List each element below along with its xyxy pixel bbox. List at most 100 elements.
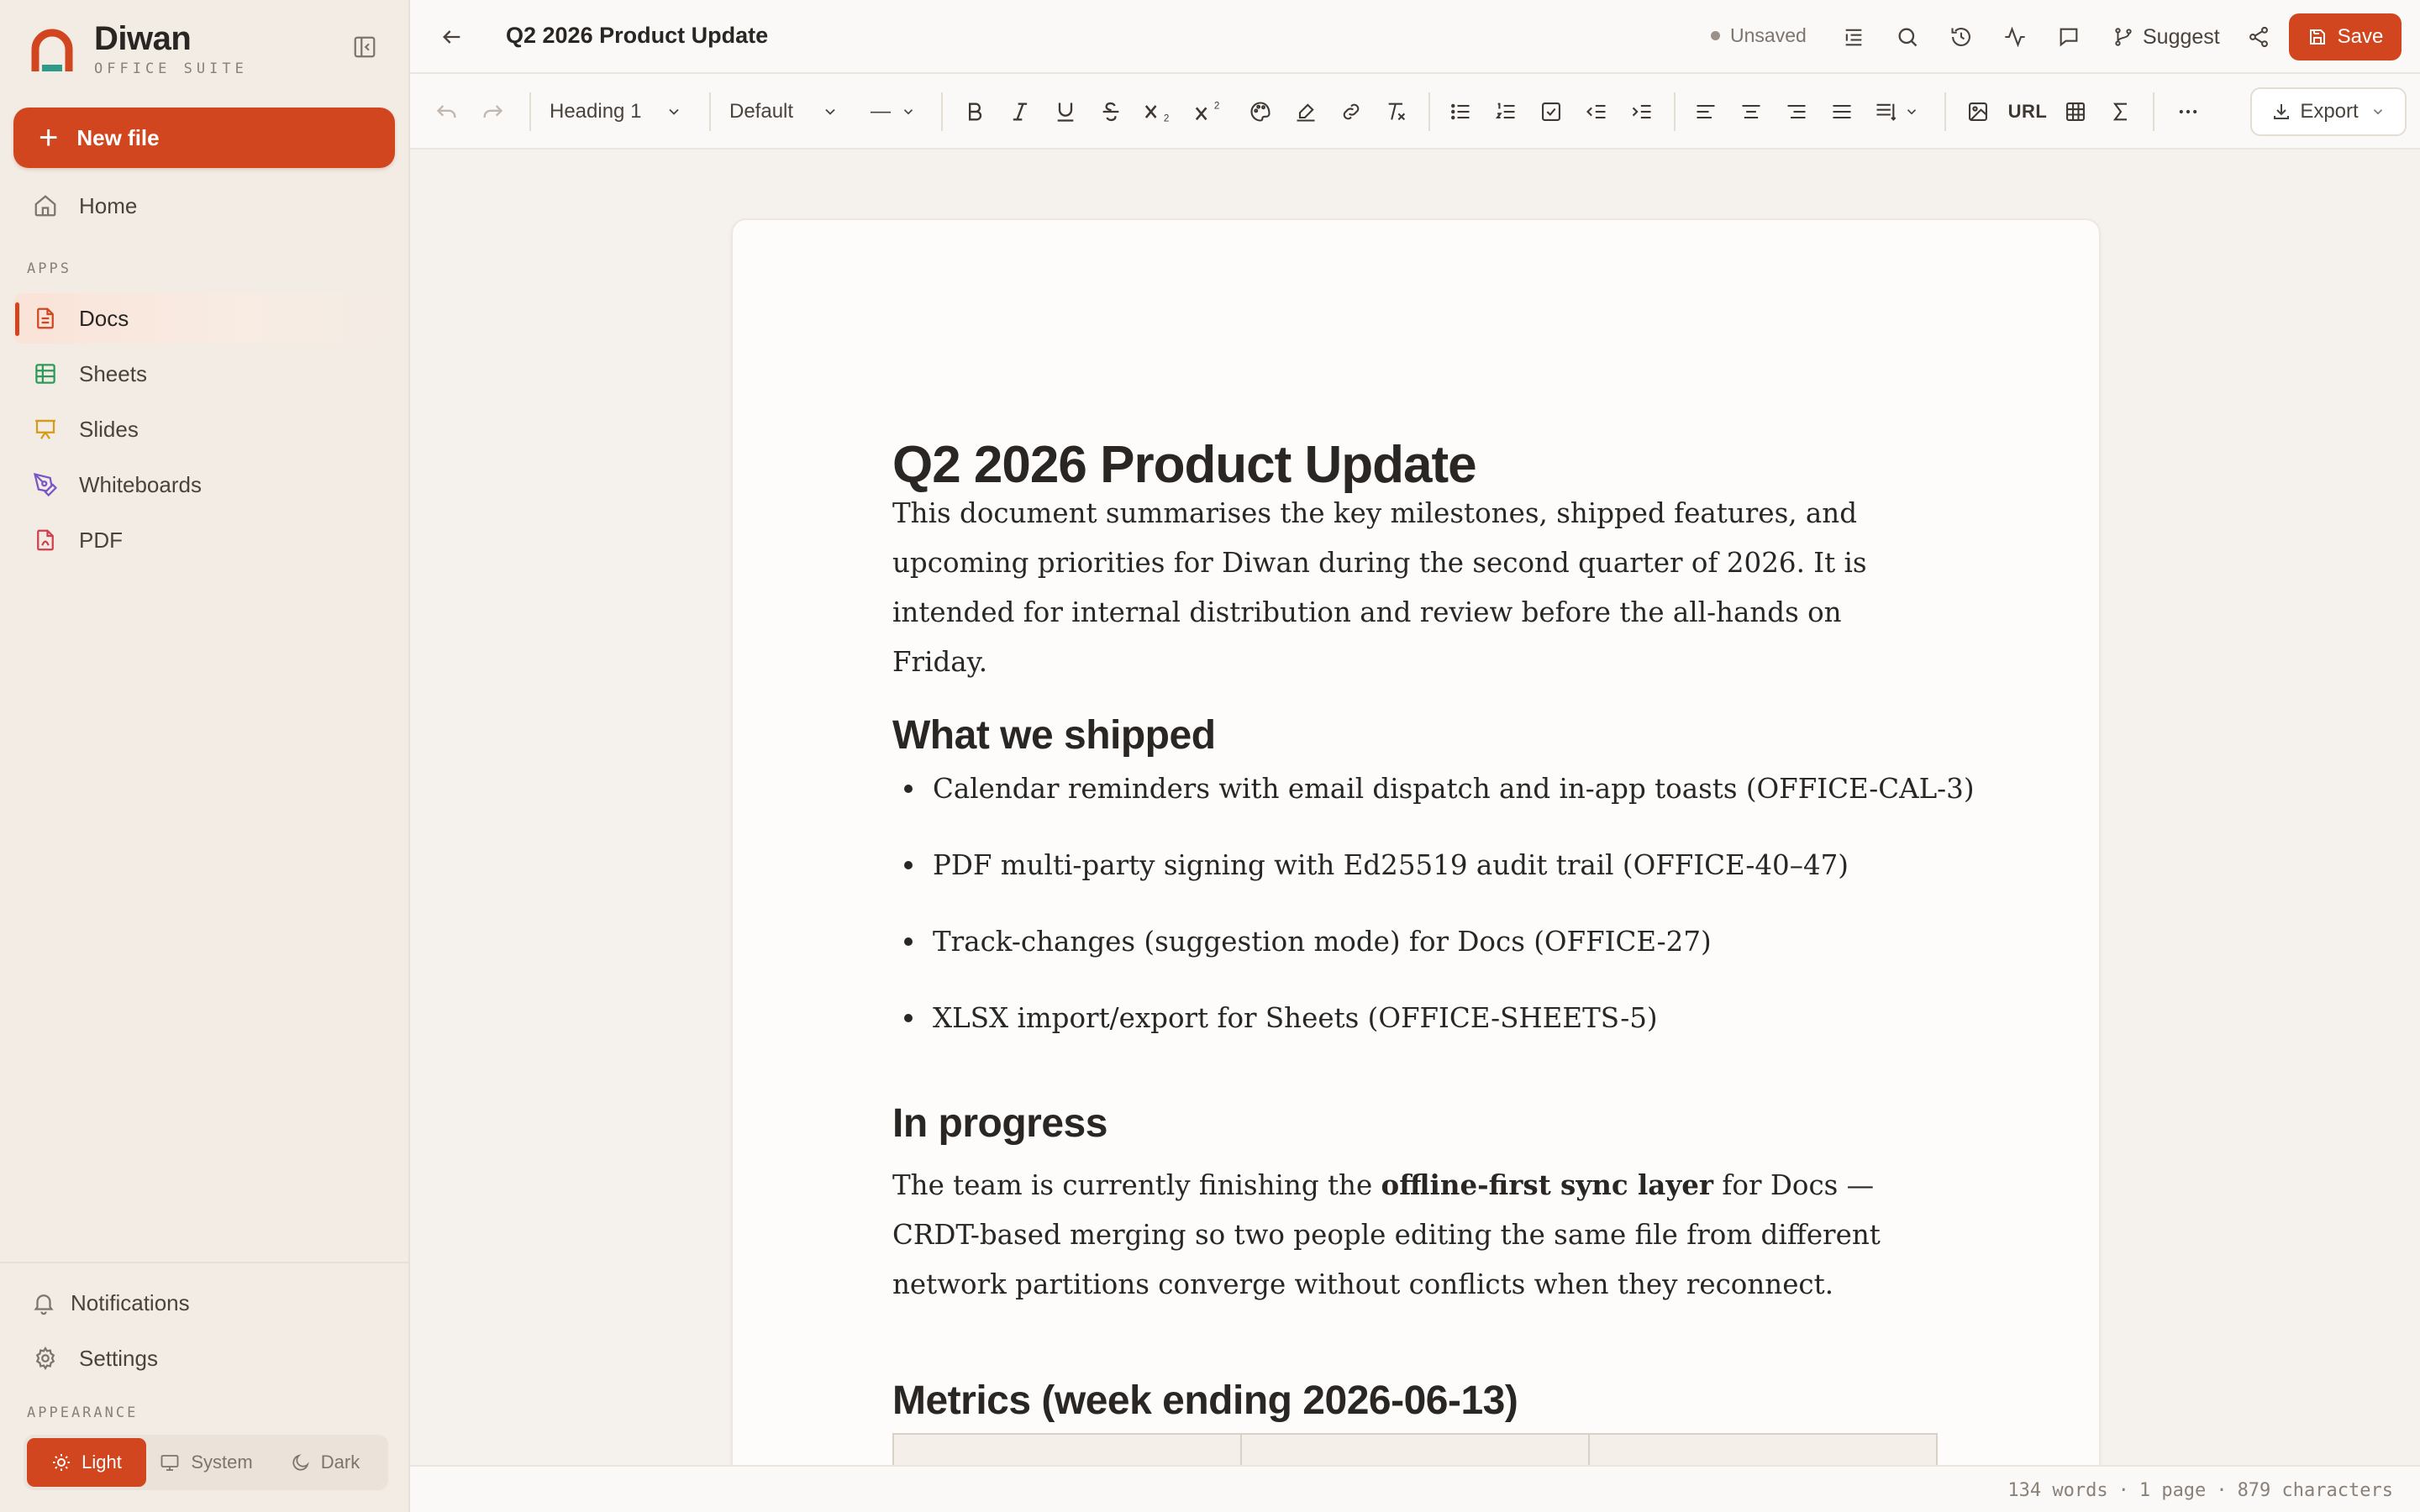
sidebar-item-home[interactable]: Home <box>13 181 395 231</box>
document-heading[interactable]: Q2 2026 Product Update <box>892 435 1477 495</box>
align-right-icon[interactable] <box>1780 95 1813 129</box>
intro-paragraph[interactable]: This document summarises the key milesto… <box>892 489 1943 687</box>
status-dot <box>1711 31 1720 40</box>
svg-text:2: 2 <box>1214 101 1219 112</box>
block-style-select[interactable]: Heading 1 <box>550 95 682 129</box>
toolbar-divider <box>1944 92 1946 131</box>
moon-icon <box>291 1452 311 1473</box>
font-size-select[interactable]: — <box>871 95 916 129</box>
export-button[interactable]: Export <box>2250 87 2407 136</box>
save-status: Unsaved <box>1711 24 1807 47</box>
align-center-icon[interactable] <box>1734 95 1768 129</box>
theme-system-label: System <box>191 1452 253 1473</box>
strikethrough-icon[interactable] <box>1094 95 1128 129</box>
table-icon[interactable] <box>2059 95 2092 129</box>
checklist-icon[interactable] <box>1534 95 1568 129</box>
redo-icon[interactable] <box>476 95 509 129</box>
theme-dark-button[interactable]: Dark <box>266 1438 385 1487</box>
list-item[interactable]: XLSX import/export for Sheets (OFFICE-SH… <box>892 1002 1658 1034</box>
save-status-label: Unsaved <box>1730 24 1807 46</box>
home-icon <box>32 192 59 219</box>
highlighter-icon[interactable] <box>1289 95 1323 129</box>
suggest-button[interactable]: Suggest <box>2112 18 2220 55</box>
outline-icon[interactable] <box>1837 20 1870 54</box>
align-left-icon[interactable] <box>1689 95 1723 129</box>
sheet-icon <box>32 360 59 387</box>
new-file-button[interactable]: + New file <box>13 108 395 168</box>
toolbar-divider <box>941 92 943 131</box>
bullet-list-icon[interactable] <box>1444 95 1477 129</box>
undo-icon[interactable] <box>430 95 464 129</box>
italic-icon[interactable] <box>1003 95 1037 129</box>
bold-icon[interactable] <box>958 95 992 129</box>
back-arrow-icon[interactable] <box>435 20 469 54</box>
sidebar-item-slides[interactable]: Slides <box>13 404 395 454</box>
table-header-cell[interactable] <box>894 1435 1242 1465</box>
line-spacing-select[interactable] <box>1869 95 1924 129</box>
collapse-sidebar-icon[interactable] <box>348 30 381 64</box>
list-item[interactable]: PDF multi-party signing with Ed25519 aud… <box>892 849 1849 881</box>
brand[interactable]: Diwan OFFICE SUITE <box>30 15 248 82</box>
justify-icon[interactable] <box>1825 95 1859 129</box>
more-icon[interactable] <box>2171 95 2205 129</box>
plus-icon: + <box>39 119 59 156</box>
image-icon[interactable] <box>1961 95 1995 129</box>
list-item[interactable]: Calendar reminders with email dispatch a… <box>892 773 1975 805</box>
theme-system-button[interactable]: System <box>146 1438 266 1487</box>
progress-paragraph[interactable]: The team is currently finishing the offl… <box>892 1160 1943 1310</box>
table-header-cell[interactable] <box>1590 1435 1936 1465</box>
sun-icon <box>51 1452 71 1473</box>
toolbar-divider <box>709 92 711 131</box>
monitor-icon <box>159 1452 181 1473</box>
sidebar-item-notifications[interactable]: Notifications <box>13 1278 395 1328</box>
outdent-icon[interactable] <box>1580 95 1613 129</box>
indent-icon[interactable] <box>1625 95 1659 129</box>
font-family-value: Default <box>729 100 794 123</box>
shipped-heading[interactable]: What we shipped <box>892 712 1216 759</box>
line-spacing-icon <box>1874 100 1897 123</box>
list-item[interactable]: Track-changes (suggestion mode) for Docs… <box>892 926 1712 958</box>
formula-icon[interactable] <box>2104 95 2138 129</box>
list-item-text: XLSX import/export for Sheets (OFFICE-SH… <box>933 1002 1658 1034</box>
font-family-select[interactable]: Default <box>729 95 839 129</box>
bell-icon <box>30 1289 57 1316</box>
text-color-icon[interactable] <box>1244 95 1277 129</box>
slides-icon <box>32 416 59 443</box>
toolbar-divider <box>1428 92 1430 131</box>
sidebar-item-label: Slides <box>79 416 139 442</box>
export-label: Export <box>2300 100 2359 123</box>
table-header-cell[interactable] <box>1242 1435 1590 1465</box>
sidebar-item-pdf[interactable]: PDF <box>13 515 395 565</box>
document-stats: 134 words · 1 page · 879 characters <box>2007 1480 2393 1501</box>
activity-icon[interactable] <box>1998 20 2032 54</box>
chevron-down-icon <box>666 103 682 120</box>
document-title[interactable]: Q2 2026 Product Update <box>506 23 768 49</box>
search-icon[interactable] <box>1891 20 1924 54</box>
block-style-value: Heading 1 <box>550 100 642 123</box>
share-icon[interactable] <box>2242 20 2275 54</box>
list-item-text: PDF multi-party signing with Ed25519 aud… <box>933 849 1849 881</box>
sidebar-item-whiteboards[interactable]: Whiteboards <box>13 459 395 510</box>
save-label: Save <box>2337 25 2384 48</box>
sidebar-item-sheets[interactable]: Sheets <box>13 349 395 399</box>
underline-icon[interactable] <box>1049 95 1082 129</box>
metrics-table[interactable] <box>892 1433 1938 1465</box>
numbered-list-icon[interactable] <box>1489 95 1523 129</box>
theme-light-button[interactable]: Light <box>27 1438 146 1487</box>
url-embed-button[interactable]: URL <box>2007 95 2049 129</box>
sidebar-item-docs[interactable]: Docs <box>13 293 395 344</box>
progress-heading[interactable]: In progress <box>892 1100 1107 1147</box>
toolbar-divider <box>1674 92 1676 131</box>
history-icon[interactable] <box>1944 20 1978 54</box>
save-button[interactable]: Save <box>2289 13 2402 60</box>
link-icon[interactable] <box>1334 95 1368 129</box>
subscript-icon[interactable]: 2 <box>1139 95 1178 129</box>
sidebar-item-settings[interactable]: Settings <box>13 1333 395 1383</box>
superscript-icon[interactable]: 2 <box>1190 95 1228 129</box>
bullet-dot <box>904 785 913 793</box>
comment-icon[interactable] <box>2052 20 2086 54</box>
progress-text-before: The team is currently finishing the <box>892 1169 1381 1201</box>
metrics-heading[interactable]: Metrics (week ending 2026-06-13) <box>892 1378 1518 1424</box>
clear-format-icon[interactable] <box>1380 95 1413 129</box>
document-page[interactable]: Q2 2026 Product Update This document sum… <box>731 218 2101 1465</box>
